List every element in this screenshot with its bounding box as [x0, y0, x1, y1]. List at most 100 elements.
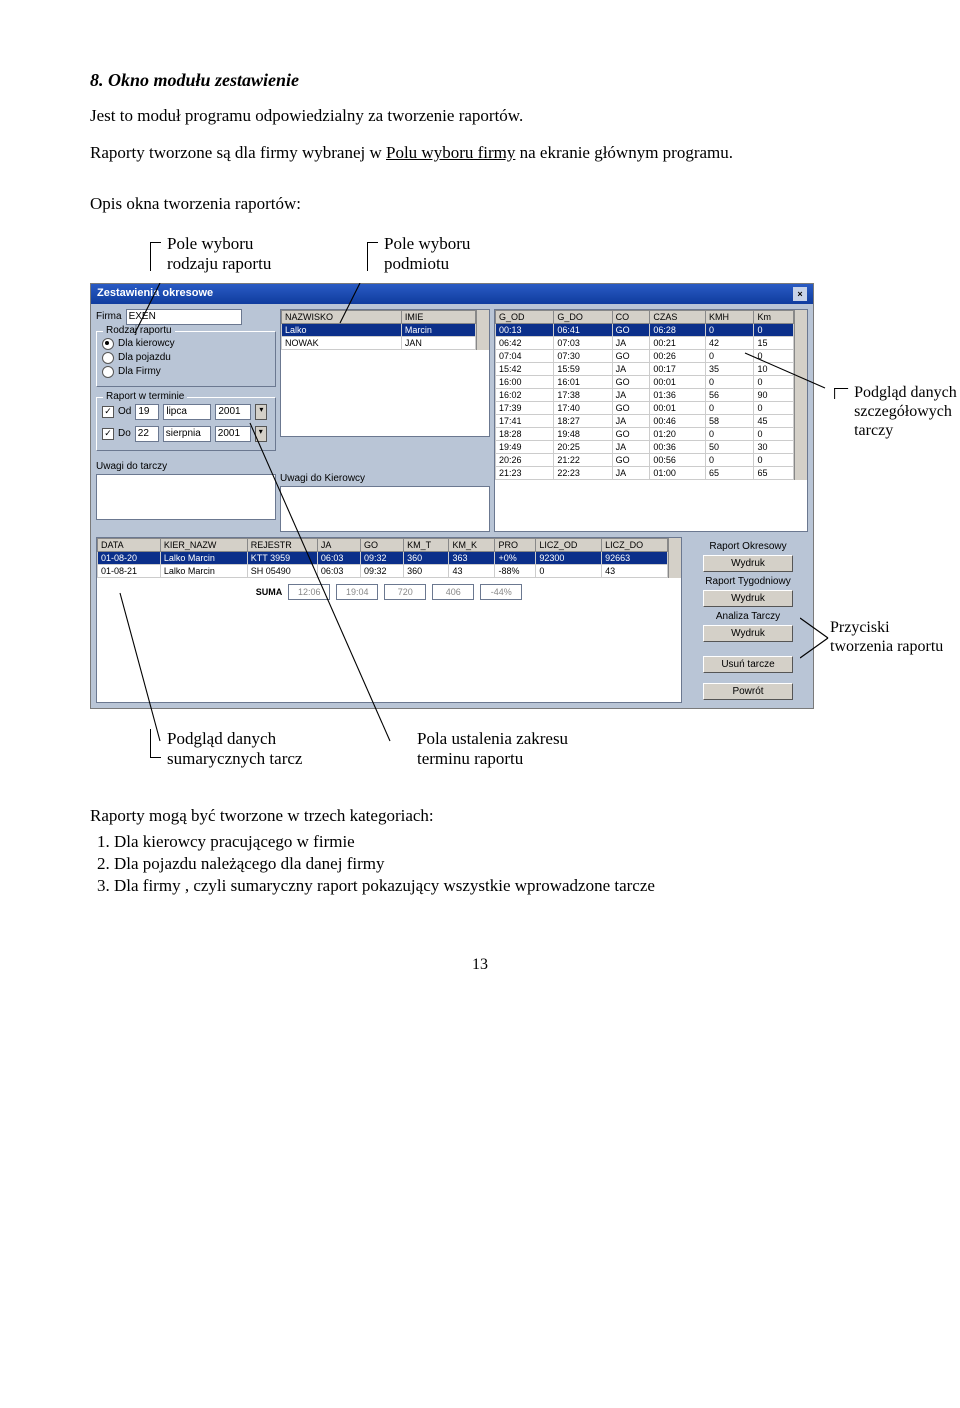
wydruk-button[interactable]: Wydruk: [703, 555, 793, 572]
od-year[interactable]: 2001: [215, 404, 251, 420]
table-row[interactable]: 20:2621:22GO00:5600: [496, 453, 794, 466]
cell: 06:41: [554, 323, 612, 336]
cell: 0: [754, 427, 794, 440]
table-row[interactable]: 22:2422:44GO00:2000: [496, 479, 794, 480]
callout-right-2: Przyciski tworzenia raportu: [830, 619, 943, 655]
col-header: KM_K: [449, 538, 495, 551]
cell: JA: [612, 388, 650, 401]
do-day[interactable]: 22: [135, 426, 159, 442]
table-row[interactable]: 15:4215:59JA00:173510: [496, 362, 794, 375]
wydruk-button[interactable]: Wydruk: [703, 625, 793, 642]
rodzaj-group-label: Rodzaj raportu: [103, 325, 175, 336]
radio-dla-firmy[interactable]: Dla Firmy: [102, 366, 270, 378]
table-row[interactable]: 17:3917:40GO00:0100: [496, 401, 794, 414]
cell: 07:03: [554, 336, 612, 349]
od-checkbox[interactable]: [102, 406, 114, 418]
list-item: Dla firmy , czyli sumaryczny raport poka…: [114, 876, 870, 896]
od-day[interactable]: 19: [135, 404, 159, 420]
cell: 22:24: [496, 479, 554, 480]
col-header: LICZ_DO: [602, 538, 668, 551]
list-heading: Raporty mogą być tworzone w trzech kateg…: [90, 805, 870, 828]
list-item: Dla pojazdu należącego dla danej firmy: [114, 854, 870, 874]
usun-tarcze-button[interactable]: Usuń tarcze: [703, 656, 793, 673]
table-row[interactable]: 01-08-20Lalko MarcinKTT 395906:0309:3236…: [98, 551, 668, 564]
cell: 00:46: [650, 414, 706, 427]
col-header: G_OD: [496, 310, 554, 323]
cell: 0: [706, 349, 754, 362]
button-panel: Raport Okresowy Wydruk Raport Tygodniowy…: [688, 537, 808, 703]
table-row[interactable]: 17:4118:27JA00:465845: [496, 414, 794, 427]
od-month[interactable]: lipca: [163, 404, 211, 420]
do-year[interactable]: 2001: [215, 426, 251, 442]
cell: KTT 3959: [247, 551, 317, 564]
cell: 0: [706, 323, 754, 336]
table-row[interactable]: 00:1306:41GO06:2800: [496, 323, 794, 336]
table-row[interactable]: 16:0217:38JA01:365690: [496, 388, 794, 401]
table-row[interactable]: 07:0407:30GO00:2600: [496, 349, 794, 362]
cell: 18:27: [554, 414, 612, 427]
callout-tick: [367, 242, 378, 271]
do-label: Do: [118, 428, 131, 439]
do-month[interactable]: sierpnia: [163, 426, 211, 442]
radio-label: Dla kierowcy: [118, 338, 175, 349]
cell: 0: [706, 479, 754, 480]
intro-underlined: Polu wyboru firmy: [386, 143, 515, 162]
detail-grid[interactable]: G_ODG_DOCOCZASKMHKm 00:1306:41GO06:28000…: [494, 309, 808, 532]
table-row[interactable]: 18:2819:48GO01:2000: [496, 427, 794, 440]
chevron-down-icon[interactable]: ▾: [255, 404, 267, 420]
col-header: REJESTR: [247, 538, 317, 551]
table-row[interactable]: 06:4207:03JA00:214215: [496, 336, 794, 349]
col-header: GO: [361, 538, 404, 551]
uwagi-tarczy-box[interactable]: [96, 474, 276, 520]
table-row[interactable]: 21:2322:23JA01:006565: [496, 466, 794, 479]
scrollbar[interactable]: [476, 310, 489, 350]
cell: 00:20: [650, 479, 706, 480]
cell: JAN: [401, 336, 475, 349]
table-row[interactable]: 19:4920:25JA00:365030: [496, 440, 794, 453]
cell: 07:30: [554, 349, 612, 362]
scrollbar[interactable]: [794, 310, 807, 480]
titlebar: Zestawienia okresowe ×: [91, 284, 813, 304]
wydruk-button[interactable]: Wydruk: [703, 590, 793, 607]
cell: 0: [754, 479, 794, 480]
cell: 01-08-20: [98, 551, 161, 564]
col-header: DATA: [98, 538, 161, 551]
cell: 06:03: [317, 564, 360, 577]
do-checkbox[interactable]: [102, 428, 114, 440]
cell: 06:03: [317, 551, 360, 564]
cell: 00:36: [650, 440, 706, 453]
cell: 22:23: [554, 466, 612, 479]
col-nazwisko: NAZWISKO: [282, 310, 402, 323]
close-icon[interactable]: ×: [793, 287, 807, 301]
cell: 35: [706, 362, 754, 375]
cell: 00:17: [650, 362, 706, 375]
intro-2a: Raporty tworzone są dla firmy wybranej w: [90, 143, 386, 162]
cell: Marcin: [401, 323, 475, 336]
cell: 17:39: [496, 401, 554, 414]
cell: 22:44: [554, 479, 612, 480]
table-row[interactable]: 16:0016:01GO00:0100: [496, 375, 794, 388]
names-grid[interactable]: NAZWISKOIMIE LalkoMarcin NOWAKJAN: [280, 309, 490, 437]
col-header: LICZ_OD: [536, 538, 602, 551]
scrollbar[interactable]: [668, 538, 681, 578]
table-row[interactable]: 01-08-21Lalko MarcinSH 0549006:0309:3236…: [98, 564, 668, 577]
col-header: PRO: [495, 538, 536, 551]
cell: 21:22: [554, 453, 612, 466]
cell: 00:21: [650, 336, 706, 349]
summary-grid[interactable]: DATAKIER_NAZWREJESTRJAGOKM_TKM_KPROLICZ_…: [96, 537, 682, 703]
cell: 0: [754, 349, 794, 362]
uwagi-kierowcy-box[interactable]: [280, 486, 490, 532]
radio-dla-pojazdu[interactable]: Dla pojazdu: [102, 352, 270, 364]
cell: 16:00: [496, 375, 554, 388]
cell: 16:01: [554, 375, 612, 388]
window-title: Zestawienia okresowe: [97, 287, 213, 301]
chevron-down-icon[interactable]: ▾: [255, 426, 267, 442]
cell: 360: [404, 564, 449, 577]
cell: 18:28: [496, 427, 554, 440]
firma-field[interactable]: EXEN: [126, 309, 242, 325]
cell: GO: [612, 323, 650, 336]
opis-label: Opis okna tworzenia raportów:: [90, 193, 870, 216]
col-header: KIER_NAZW: [160, 538, 247, 551]
radio-dla-kierowcy[interactable]: Dla kierowcy: [102, 338, 270, 350]
powrot-button[interactable]: Powrót: [703, 683, 793, 700]
